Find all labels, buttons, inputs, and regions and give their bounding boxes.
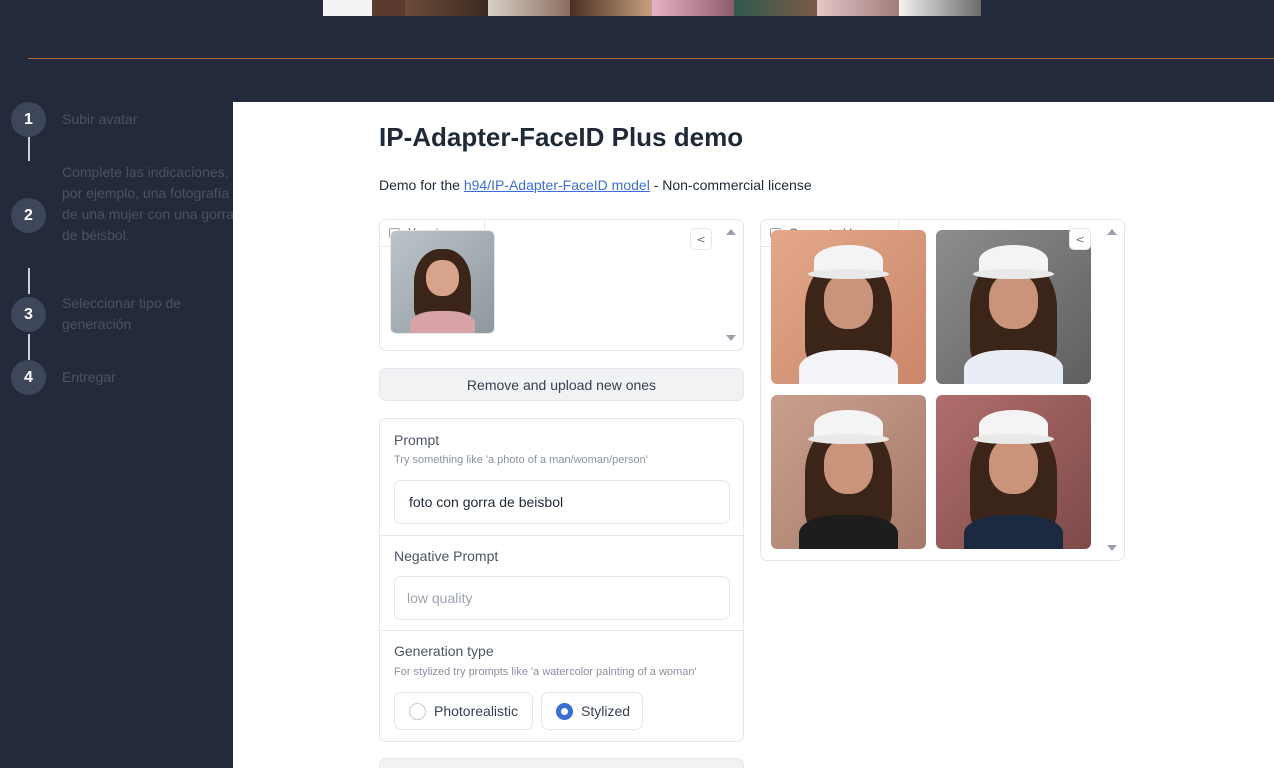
demo-panel: IP-Adapter-FaceID Plus demo Demo for the… [233, 102, 1274, 768]
step-connector [28, 268, 30, 294]
step-number: 1 [11, 102, 46, 137]
generation-type-label: Generation type [394, 643, 494, 659]
radio-checked-icon [556, 702, 573, 720]
generation-type-info: For stylized try prompts like 'a waterco… [394, 666, 697, 678]
scroll-up-icon[interactable] [1107, 229, 1117, 235]
scroll-down-icon[interactable] [726, 335, 736, 341]
scroll-down-icon[interactable] [1107, 545, 1117, 551]
settings-form: Prompt Try something like 'a photo of a … [379, 418, 744, 742]
step-3-label: Seleccionar tipo de generación [62, 295, 182, 332]
prompt-label: Prompt [394, 432, 440, 448]
share-icon[interactable]: < [690, 228, 712, 250]
model-link[interactable]: h94/IP-Adapter-FaceID model [464, 177, 650, 193]
share-icon[interactable]: < [1069, 228, 1091, 250]
step-4-label: Entregar [62, 369, 116, 385]
your-images-gallery: Your images < [379, 219, 744, 351]
description-suffix: - Non-commercial license [649, 177, 812, 193]
example-thumbnail[interactable] [487, 0, 570, 16]
generated-image[interactable] [771, 230, 926, 384]
radio-stylized[interactable]: Stylized [541, 692, 643, 730]
example-thumbnail[interactable] [898, 0, 981, 16]
page-title: IP-Adapter-FaceID Plus demo [379, 122, 744, 152]
step-connector [28, 334, 30, 360]
step-2-label: Complete las indicaciones, por ejemplo, … [62, 164, 234, 243]
example-thumbnail[interactable] [734, 0, 817, 16]
field-divider [380, 630, 743, 631]
step-3: 3 [11, 297, 46, 332]
radio-unchecked-icon [409, 702, 426, 720]
example-thumbnail[interactable] [569, 0, 652, 16]
radio-label: Stylized [581, 703, 631, 719]
remove-upload-button[interactable]: Remove and upload new ones [379, 368, 744, 401]
negative-prompt-label: Negative Prompt [394, 548, 499, 564]
generated-image[interactable] [936, 395, 1091, 549]
step-1: 1 [11, 102, 46, 137]
step-number: 2 [11, 198, 46, 233]
field-divider [380, 535, 743, 536]
step-1-label: Subir avatar [62, 111, 138, 127]
generated-images-gallery: Generated Images < [760, 219, 1125, 561]
generated-image[interactable] [936, 230, 1091, 384]
example-thumbnail[interactable] [405, 0, 488, 16]
example-thumbnail[interactable] [816, 0, 899, 16]
example-thumbnail[interactable] [652, 0, 735, 16]
step-connector [28, 137, 30, 161]
example-gallery-strip [323, 0, 981, 16]
step-2: 2 [11, 198, 46, 233]
step-number: 3 [11, 297, 46, 332]
radio-photorealistic[interactable]: Photorealistic [394, 692, 533, 730]
step-4: 4 [11, 360, 46, 395]
page-description: Demo for the h94/IP-Adapter-FaceID model… [379, 177, 812, 193]
section-divider [28, 58, 1274, 59]
description-prefix: Demo for the [379, 177, 464, 193]
negative-prompt-input[interactable]: low quality [394, 576, 730, 620]
submit-button[interactable] [379, 758, 744, 768]
radio-label: Photorealistic [434, 703, 519, 719]
uploaded-avatar[interactable] [390, 230, 495, 334]
prompt-info: Try something like 'a photo of a man/wom… [394, 454, 648, 466]
scroll-up-icon[interactable] [726, 229, 736, 235]
prompt-input[interactable]: foto con gorra de beisbol [394, 480, 730, 524]
step-number: 4 [11, 360, 46, 395]
example-thumbnail[interactable] [323, 0, 406, 16]
generated-image[interactable] [771, 395, 926, 549]
